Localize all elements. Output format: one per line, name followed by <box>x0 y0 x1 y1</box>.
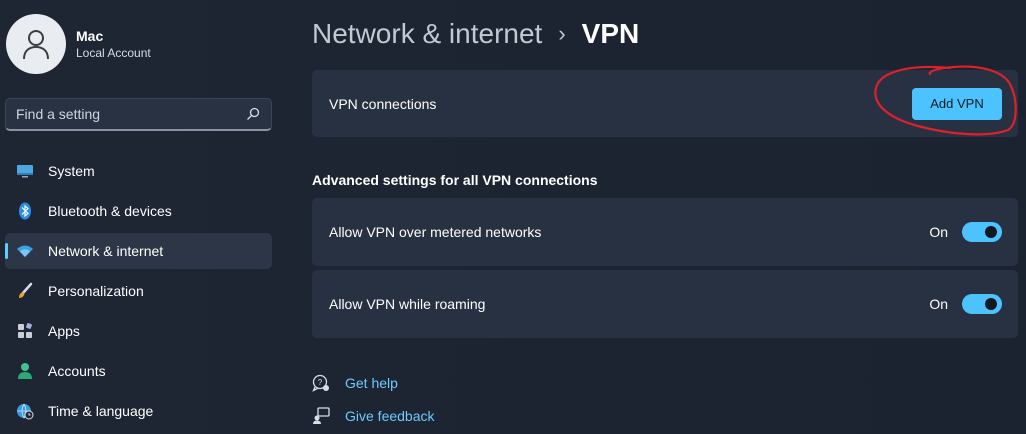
main-content: Network & internet › VPN VPN connections… <box>312 0 1018 434</box>
search-input[interactable] <box>16 106 245 122</box>
sidebar-item-personalization[interactable]: Personalization <box>5 273 272 309</box>
sidebar-item-accounts[interactable]: Accounts <box>5 353 272 389</box>
feedback-icon <box>312 407 330 425</box>
sidebar: Mac Local Account System <box>0 0 290 434</box>
roaming-card: Allow VPN while roaming On <box>312 270 1018 338</box>
roaming-label: Allow VPN while roaming <box>329 296 486 312</box>
roaming-toggle-group: On <box>929 294 1002 314</box>
globe-clock-icon <box>15 401 35 421</box>
sidebar-item-bluetooth[interactable]: Bluetooth & devices <box>5 193 272 229</box>
sidebar-item-label: System <box>48 163 95 179</box>
metered-networks-card: Allow VPN over metered networks On <box>312 198 1018 266</box>
user-profile[interactable]: Mac Local Account <box>6 14 151 74</box>
add-vpn-button[interactable]: Add VPN <box>912 87 1002 120</box>
monitor-icon <box>15 161 35 181</box>
toggle-knob <box>985 226 997 238</box>
chevron-right-icon: › <box>558 21 566 46</box>
vpn-connections-label: VPN connections <box>329 95 437 112</box>
sidebar-item-time-language[interactable]: Time & language <box>5 393 272 429</box>
sidebar-item-label: Accounts <box>48 363 106 379</box>
roaming-toggle[interactable] <box>962 294 1002 314</box>
metered-toggle-group: On <box>929 222 1002 242</box>
sidebar-item-label: Apps <box>48 323 80 339</box>
svg-text:?: ? <box>318 378 323 387</box>
sidebar-item-network[interactable]: Network & internet <box>5 233 272 269</box>
wifi-icon <box>15 241 35 261</box>
sidebar-item-system[interactable]: System <box>5 153 272 189</box>
sidebar-item-apps[interactable]: Apps <box>5 313 272 349</box>
search-box[interactable] <box>5 98 272 131</box>
apps-icon <box>15 321 35 341</box>
sidebar-nav: System Bluetooth & devices Network & int… <box>5 153 272 433</box>
person-icon <box>23 30 49 60</box>
help-links: ? Get help Give feedback <box>312 372 435 434</box>
search-icon[interactable] <box>245 106 261 122</box>
toggle-state-label: On <box>929 296 948 312</box>
give-feedback-label[interactable]: Give feedback <box>345 408 435 424</box>
breadcrumb-parent[interactable]: Network & internet <box>312 18 542 50</box>
advanced-settings-heading: Advanced settings for all VPN connection… <box>312 172 598 188</box>
page-title: VPN <box>581 18 640 49</box>
metered-networks-label: Allow VPN over metered networks <box>329 224 542 240</box>
sidebar-item-label: Personalization <box>48 283 144 299</box>
toggle-knob <box>985 298 997 310</box>
account-type: Local Account <box>76 45 151 60</box>
sidebar-item-label: Time & language <box>48 403 154 419</box>
get-help-link[interactable]: ? Get help <box>312 372 435 394</box>
sidebar-item-label: Network & internet <box>48 243 164 259</box>
vpn-connections-card: VPN connections Add VPN <box>312 70 1018 137</box>
avatar[interactable] <box>6 14 66 74</box>
settings-window: Mac Local Account System <box>0 0 1026 434</box>
toggle-state-label: On <box>929 224 948 240</box>
profile-text: Mac Local Account <box>76 28 151 61</box>
breadcrumb: Network & internet › VPN <box>312 16 639 52</box>
brush-icon <box>15 281 35 301</box>
profile-name: Mac <box>76 27 104 44</box>
give-feedback-link[interactable]: Give feedback <box>312 405 435 427</box>
help-icon: ? <box>312 374 330 392</box>
metered-networks-toggle[interactable] <box>962 222 1002 242</box>
bluetooth-icon <box>15 201 35 221</box>
get-help-label[interactable]: Get help <box>345 375 398 391</box>
sidebar-item-label: Bluetooth & devices <box>48 203 172 219</box>
person-icon <box>15 361 35 381</box>
